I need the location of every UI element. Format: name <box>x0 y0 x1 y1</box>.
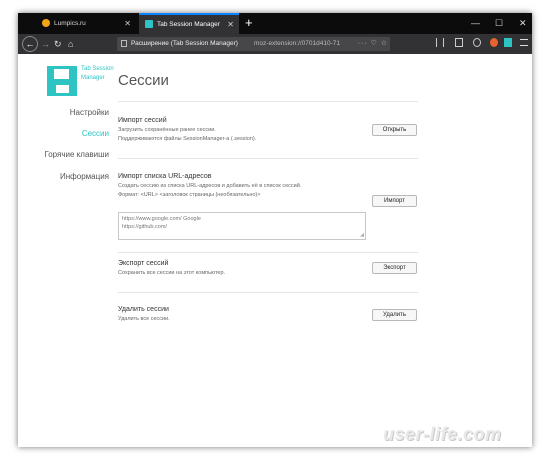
export-sessions-title: Экспорт сессий <box>118 260 169 267</box>
page-actions-icon[interactable]: ··· ♡ ☆ <box>358 37 388 51</box>
new-tab-button[interactable]: + <box>245 13 253 34</box>
tab-session-manager-icon[interactable] <box>504 38 512 47</box>
divider <box>118 292 418 293</box>
tab-close-icon[interactable]: ✕ <box>124 13 131 34</box>
import-sessions-desc: Загрузить сохранённые ранее сессии. <box>118 127 216 133</box>
textarea-placeholder-line: https://github.com/ <box>122 224 167 230</box>
close-window-button[interactable]: ✕ <box>519 13 527 34</box>
tab-tab-session-manager[interactable]: Tab Session Manager ✕ <box>139 13 239 34</box>
address-bar[interactable]: Расширение (Tab Session Manager) moz-ext… <box>117 37 390 51</box>
tab-close-icon[interactable]: ✕ <box>227 15 234 34</box>
browser-window: Lumpics.ru ✕ Tab Session Manager ✕ + — ☐… <box>18 13 532 447</box>
import-url-title: Импорт списка URL-адресов <box>118 173 212 180</box>
account-icon[interactable] <box>473 38 481 47</box>
sidebar-icon[interactable] <box>455 38 463 47</box>
brand-name: Tab Session Manager <box>81 66 114 81</box>
lumpics-favicon-icon <box>42 19 50 27</box>
extension-icon[interactable] <box>490 38 498 47</box>
tab-session-manager-favicon-icon <box>145 20 153 28</box>
url-prefix: Расширение (Tab Session Manager) <box>131 40 238 47</box>
home-icon[interactable]: ⌂ <box>68 34 73 54</box>
delete-sessions-desc: Удалить все сессии. <box>118 316 170 322</box>
page-content: Tab Session Manager Настройки Сессии Гор… <box>18 54 532 447</box>
floppy-disk-icon <box>47 66 77 96</box>
import-sessions-title: Импорт сессий <box>118 117 167 124</box>
resize-grip-icon[interactable]: ◢ <box>360 233 364 238</box>
reload-icon[interactable]: ↻ <box>54 34 62 54</box>
export-button[interactable]: Экспорт <box>372 262 417 274</box>
sidebar-item-info[interactable]: Информация <box>60 172 109 181</box>
arrow-right-icon[interactable]: → <box>41 34 50 54</box>
import-url-format: Формат: <URL> <заголовок страницы (необя… <box>118 192 261 198</box>
textarea-placeholder-line: https://www.google.com/ Google <box>122 216 201 222</box>
menu-icon[interactable] <box>520 39 528 46</box>
import-button[interactable]: Импорт <box>372 195 417 207</box>
watermark: user-life.com <box>383 424 502 444</box>
page-title: Сессии <box>118 72 169 89</box>
sidebar-item-settings[interactable]: Настройки <box>70 108 109 117</box>
sidebar-item-hotkeys[interactable]: Горячие клавиши <box>44 150 109 159</box>
delete-button[interactable]: Удалить <box>372 309 417 321</box>
maximize-button[interactable]: ☐ <box>495 13 503 34</box>
import-url-desc: Создать сессию из списка URL-адресов и д… <box>118 183 302 189</box>
sidebar-item-sessions[interactable]: Сессии <box>82 129 109 138</box>
import-sessions-format: Поддерживаются файлы SessionManager-a (.… <box>118 136 257 142</box>
url-text: moz-extension://0701d410-71 <box>254 40 341 47</box>
tab-label: Lumpics.ru <box>54 20 86 27</box>
url-list-textarea[interactable]: https://www.google.com/ Google https://g… <box>118 212 366 240</box>
divider <box>118 252 418 253</box>
delete-sessions-title: Удалить сессии <box>118 306 169 313</box>
divider <box>118 158 418 159</box>
export-sessions-desc: Сохранить все сессии на этот компьютер. <box>118 270 226 276</box>
divider <box>118 101 418 102</box>
tab-label: Tab Session Manager <box>157 21 220 28</box>
minimize-button[interactable]: — <box>471 13 480 34</box>
arrow-left-icon[interactable]: ← <box>22 36 38 52</box>
library-icon[interactable] <box>436 38 444 47</box>
tab-lumpics[interactable]: Lumpics.ru ✕ <box>36 13 136 34</box>
nav-bar: ← → ↻ ⌂ Расширение (Tab Session Manager)… <box>18 34 532 54</box>
open-button[interactable]: Открыть <box>372 124 417 136</box>
tab-bar: Lumpics.ru ✕ Tab Session Manager ✕ + — ☐… <box>18 13 532 34</box>
page-icon <box>121 40 127 47</box>
